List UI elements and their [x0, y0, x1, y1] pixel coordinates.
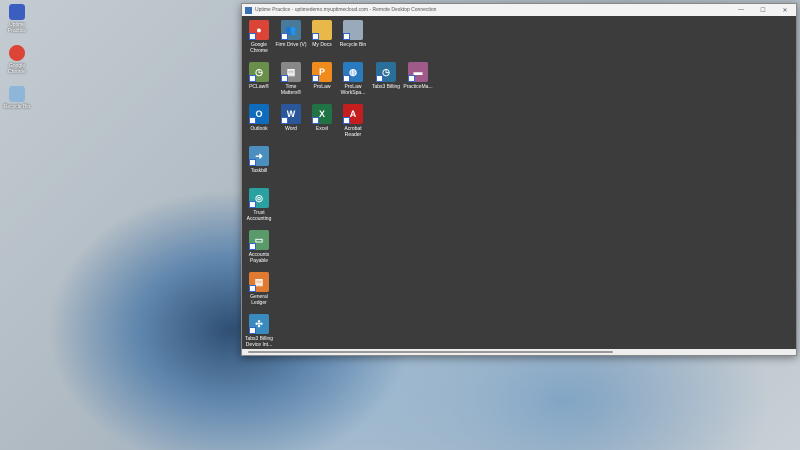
app-icon	[343, 20, 363, 40]
minimize-button[interactable]: —	[730, 7, 752, 14]
icon-label: Firm Drive (V)	[275, 42, 307, 48]
app-icon: ◍	[343, 62, 363, 82]
recycle-bin-icon	[9, 86, 25, 102]
app-icon: ◷	[376, 62, 396, 82]
maximize-button[interactable]: ☐	[752, 7, 774, 14]
icon-label: ProLaw WorkSpa...	[337, 84, 369, 96]
remote-icon-prolaw[interactable]: P ProLaw	[306, 62, 338, 90]
title-bar[interactable]: Uptime Practice - uptimedemo.myuptimeclo…	[242, 4, 796, 16]
remote-icon-acrobat-reader[interactable]: A Acrobat Reader	[337, 104, 369, 138]
remote-icon-pclaw[interactable]: ◷ PCLaw®	[243, 62, 275, 90]
remote-icon-tabs3-billing-device-int[interactable]: ✣ Tabs3 Billing Device Int...	[243, 314, 275, 348]
icon-label: Taskbill	[243, 168, 275, 174]
icon-label: Tabs3 Billing	[370, 84, 402, 90]
icon-label: Recycle Bin	[4, 104, 30, 110]
icon-label: Trust Accounting	[243, 210, 275, 222]
desktop-icon-recycle-bin[interactable]: Recycle Bin	[2, 86, 32, 110]
remote-icon-google-chrome[interactable]: ● Google Chrome	[243, 20, 275, 54]
remote-icon-general-ledger[interactable]: ▤ General Ledger	[243, 272, 275, 306]
app-icon: ▤	[281, 62, 301, 82]
desktop-icon-uptime-practice[interactable]: Uptime Practice	[2, 4, 32, 34]
app-icon: ●	[249, 20, 269, 40]
rdp-app-icon	[245, 7, 252, 14]
remote-icon-taskbill[interactable]: ➜ Taskbill	[243, 146, 275, 174]
monitor-icon	[9, 4, 25, 20]
remote-icon-excel[interactable]: X Excel	[306, 104, 338, 132]
app-icon	[312, 20, 332, 40]
app-icon: ▤	[249, 272, 269, 292]
horizontal-scrollbar[interactable]	[242, 349, 796, 355]
desktop-icon-google-chrome[interactable]: Google Chrome	[2, 45, 32, 75]
icon-label: Uptime Practice	[8, 22, 26, 34]
icon-label: Outlook	[243, 126, 275, 132]
remote-desktop-window[interactable]: Uptime Practice - uptimedemo.myuptimeclo…	[241, 3, 797, 356]
app-icon: ➜	[249, 146, 269, 166]
remote-icon-accounts-payable[interactable]: ▭ Accounts Payable	[243, 230, 275, 264]
icon-label: PracticeMa...	[402, 84, 434, 90]
remote-icon-tabs3-billing[interactable]: ◷ Tabs3 Billing	[370, 62, 402, 90]
remote-icon-practicema[interactable]: ▬ PracticeMa...	[402, 62, 434, 90]
icon-label: Acrobat Reader	[337, 126, 369, 138]
app-icon: ▬	[408, 62, 428, 82]
icon-label: Google Chrome	[243, 42, 275, 54]
remote-icon-trust-accounting[interactable]: ◎ Trust Accounting	[243, 188, 275, 222]
app-icon: W	[281, 104, 301, 124]
chrome-icon	[9, 45, 25, 61]
remote-icon-recycle-bin[interactable]: Recycle Bin	[337, 20, 369, 48]
app-icon: ◷	[249, 62, 269, 82]
app-icon: A	[343, 104, 363, 124]
app-icon: ✣	[249, 314, 269, 334]
app-icon: X	[312, 104, 332, 124]
icon-label: General Ledger	[243, 294, 275, 306]
icon-label: Time Matters®	[275, 84, 307, 96]
remote-icon-my-docs[interactable]: My Docs	[306, 20, 338, 48]
remote-icon-firm-drive-v[interactable]: 👥 Firm Drive (V)	[275, 20, 307, 48]
icon-label: Word	[275, 126, 307, 132]
app-icon: O	[249, 104, 269, 124]
scrollbar-thumb[interactable]	[248, 351, 613, 353]
icon-label: Recycle Bin	[337, 42, 369, 48]
remote-icon-prolaw-workspa[interactable]: ◍ ProLaw WorkSpa...	[337, 62, 369, 96]
app-icon: P	[312, 62, 332, 82]
icon-label: My Docs	[306, 42, 338, 48]
icon-label: Accounts Payable	[243, 252, 275, 264]
app-icon: 👥	[281, 20, 301, 40]
icon-label: Google Chrome	[8, 63, 26, 75]
remote-icon-word[interactable]: W Word	[275, 104, 307, 132]
remote-icon-outlook[interactable]: O Outlook	[243, 104, 275, 132]
app-icon: ▭	[249, 230, 269, 250]
icon-label: PCLaw®	[243, 84, 275, 90]
close-button[interactable]: ✕	[774, 7, 796, 14]
icon-label: ProLaw	[306, 84, 338, 90]
icon-label: Excel	[306, 126, 338, 132]
app-icon: ◎	[249, 188, 269, 208]
remote-icon-time-matters[interactable]: ▤ Time Matters®	[275, 62, 307, 96]
window-title: Uptime Practice - uptimedemo.myuptimeclo…	[255, 7, 436, 13]
icon-label: Tabs3 Billing Device Int...	[243, 336, 275, 348]
